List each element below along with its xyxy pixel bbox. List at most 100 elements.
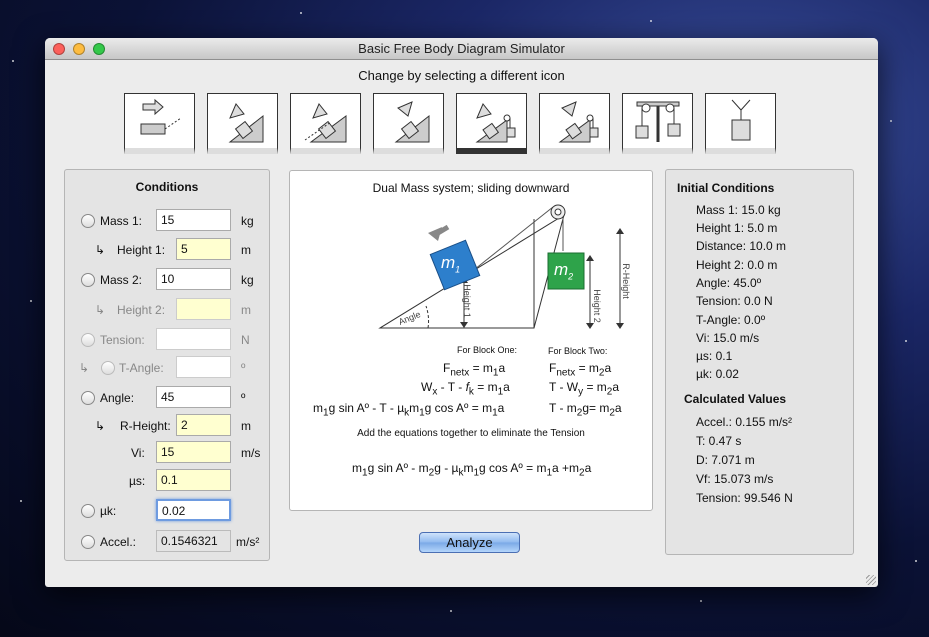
- incline-down-button[interactable]: [207, 93, 278, 154]
- conditions-panel: Conditions Mass 1: 15 kg ↳ Height 1: 5 m…: [64, 169, 270, 561]
- calculated-accel: Accel.: 0.155 m/s²: [696, 415, 793, 429]
- resize-grip-icon[interactable]: [866, 575, 876, 585]
- tension-radio[interactable]: [81, 333, 95, 347]
- eq3-block-one: m1g sin Aº - T - µkm1g cos Aº = m1a: [313, 401, 505, 419]
- initial-conditions-title: Initial Conditions: [677, 181, 775, 195]
- vi-label: Vi:: [131, 446, 145, 460]
- rheight-input[interactable]: 2: [176, 414, 231, 436]
- us-input[interactable]: 0.1: [156, 469, 231, 491]
- zoom-icon[interactable]: [93, 43, 105, 55]
- angle-input[interactable]: 45: [156, 386, 231, 408]
- diagram-panel: Dual Mass system; sliding downward m1 m2…: [289, 170, 653, 511]
- mass1-radio[interactable]: [81, 214, 95, 228]
- tension-unit: N: [241, 333, 250, 347]
- mass2-label: Mass 2:: [100, 273, 143, 287]
- mass1-row: Mass 1: 15 kg: [65, 209, 271, 233]
- accel-radio[interactable]: [81, 535, 95, 549]
- height1-diagram-label: Height 1: [461, 284, 472, 318]
- initial-item: Vi: 15.0 m/s: [696, 331, 760, 345]
- incline-dual-mass-up-button[interactable]: [539, 93, 610, 154]
- mass2-radio[interactable]: [81, 273, 95, 287]
- height1-label: Height 1:: [117, 243, 166, 257]
- height1-unit: m: [241, 243, 251, 257]
- eq3-block-two: T - m2g= m2a: [549, 401, 622, 419]
- sub-arrow-icon: ↳: [95, 419, 106, 433]
- calculated-item: D: 7.071 m: [696, 453, 755, 467]
- eq1-block-one: Fnetx = m1a: [443, 361, 506, 379]
- m2-label: m2: [554, 260, 574, 282]
- hanging-mass-button[interactable]: [705, 93, 776, 154]
- angle-row: Angle: 45 º: [65, 386, 271, 410]
- height2-unit: m: [241, 303, 251, 317]
- rheight-label: R-Height:: [120, 419, 171, 433]
- rheight-row: ↳ R-Height: 2 m: [65, 414, 271, 438]
- tension-note: Add the equations together to eliminate …: [357, 428, 585, 439]
- mass2-row: Mass 2: 10 kg: [65, 268, 271, 292]
- mass2-input[interactable]: 10: [156, 268, 231, 290]
- accel-unit: m/s²: [236, 535, 260, 549]
- rheight-unit: m: [241, 419, 251, 433]
- incline-dual-mass-down-icon: [475, 103, 516, 143]
- hanging-mass-icon: [731, 99, 751, 141]
- horizontal-push-button[interactable]: [124, 93, 195, 154]
- tangle-label: T-Angle:: [119, 361, 164, 375]
- vi-unit: m/s: [241, 446, 261, 460]
- accel-row: Accel.: 0.1546321 m/s²: [65, 530, 271, 554]
- atwood-machine-icon: [635, 101, 681, 142]
- initial-item: T-Angle: 0.0º: [696, 313, 766, 327]
- eq2-block-two: T - Wy = m2a: [549, 380, 620, 398]
- incline-down-distance-icon: [304, 103, 347, 143]
- final-equation: m1g sin Aº - m2g - µkm1g cos Aº = m1a +m…: [352, 461, 592, 479]
- block-one-label: For Block One:: [457, 345, 518, 355]
- height2-row: ↳ Height 2: m: [65, 298, 271, 322]
- us-label: µs:: [129, 474, 146, 488]
- subtitle: Change by selecting a different icon: [358, 68, 565, 83]
- tangle-unit: º: [241, 361, 246, 375]
- incline-dual-mass-up-icon: [558, 101, 599, 143]
- uk-radio[interactable]: [81, 504, 95, 518]
- uk-input[interactable]: 0.02: [156, 499, 231, 521]
- calculated-values-title: Calculated Values: [684, 392, 787, 406]
- analyze-button[interactable]: Analyze: [419, 532, 520, 553]
- minimize-icon[interactable]: [73, 43, 85, 55]
- sub-arrow-icon: ↳: [95, 243, 106, 257]
- angle-radio[interactable]: [81, 391, 95, 405]
- accel-output: 0.1546321: [156, 530, 231, 552]
- m1-label: m1: [441, 253, 461, 275]
- atwood-machine-button[interactable]: [622, 93, 693, 154]
- initial-item: Angle: 45.0º: [696, 276, 762, 290]
- incline-up-icon: [394, 101, 430, 143]
- sub-arrow-icon: ↳: [95, 303, 106, 317]
- calculated-item: Tension: 99.546 N: [696, 491, 793, 505]
- horizontal-push-icon: [140, 98, 182, 135]
- conditions-title: Conditions: [135, 180, 199, 194]
- initial-item: Mass 1: 15.0 kg: [696, 203, 781, 217]
- initial-item: Height 2: 0.0 m: [696, 258, 778, 272]
- tangle-input[interactable]: [176, 356, 231, 378]
- mass1-label: Mass 1:: [100, 214, 143, 228]
- app-window: Basic Free Body Diagram Simulator Change…: [45, 38, 878, 587]
- mass1-unit: kg: [241, 214, 254, 228]
- height1-input[interactable]: 5: [176, 238, 231, 260]
- incline-down-distance-button[interactable]: [290, 93, 361, 154]
- incline-down-icon: [228, 103, 264, 143]
- eq2-block-one: Wx - T - fk = m1a: [421, 380, 510, 398]
- initial-item: Distance: 10.0 m: [696, 239, 787, 253]
- incline-dual-mass-down-button[interactable]: [456, 93, 527, 154]
- vi-input[interactable]: 15: [156, 441, 231, 463]
- height2-input[interactable]: [176, 298, 231, 320]
- incline-up-button[interactable]: [373, 93, 444, 154]
- angle-label: Angle:: [100, 391, 135, 405]
- tension-label: Tension:: [100, 333, 145, 347]
- close-icon[interactable]: [53, 43, 65, 55]
- mass1-input[interactable]: 15: [156, 209, 231, 231]
- tangle-radio[interactable]: [101, 361, 115, 375]
- initial-item: µk: 0.02: [696, 367, 739, 381]
- sub-arrow-icon: ↳: [79, 361, 90, 375]
- tension-input[interactable]: [156, 328, 231, 350]
- initial-item: Height 1: 5.0 m: [696, 221, 778, 235]
- tension-row: Tension: N: [65, 328, 271, 352]
- mass2-unit: kg: [241, 273, 254, 287]
- rheight-diagram-label: R-Height: [620, 263, 631, 299]
- vi-row: Vi: 15 m/s: [65, 441, 271, 465]
